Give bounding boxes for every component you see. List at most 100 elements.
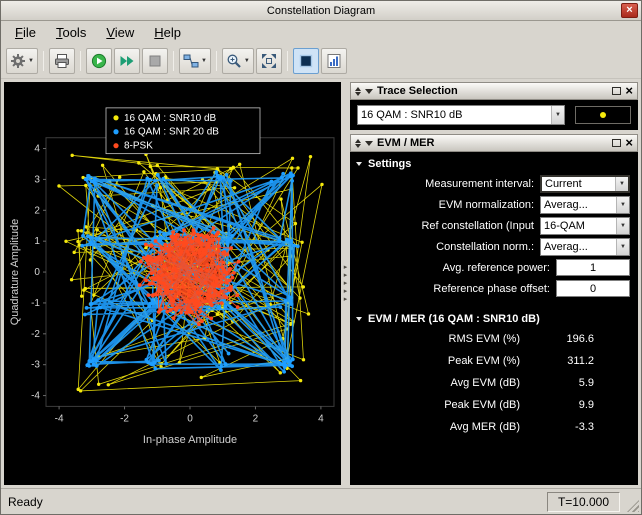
evm-dock-title: EVM / MER: [377, 137, 434, 149]
svg-text:-3: -3: [31, 360, 40, 371]
setting-label: Avg. reference power:: [350, 262, 556, 274]
setting-row: Constellation norm.:Averag...▼: [350, 236, 638, 257]
setting-label: Constellation norm.:: [350, 241, 540, 253]
setting-combo[interactable]: Averag...▼: [540, 238, 630, 256]
svg-text:-2: -2: [120, 413, 129, 424]
result-row: Avg MER (dB)-3.3: [350, 416, 638, 438]
chevron-down-icon: ▼: [616, 218, 629, 234]
status-message: Ready: [8, 495, 547, 509]
setting-label: Reference phase offset:: [350, 283, 556, 295]
autoscale-button[interactable]: [256, 48, 282, 74]
constellation-plot: -4-202443210-1-2-3-4In-phase AmplitudeQu…: [4, 82, 341, 485]
toolbar-separator: [287, 51, 288, 71]
evm-settings-fields: Measurement interval:Current▼EVM normali…: [350, 173, 638, 299]
setting-row: Measurement interval:Current▼: [350, 173, 638, 194]
flowgraph-button[interactable]: ▼: [179, 48, 211, 74]
svg-text:2: 2: [253, 413, 259, 424]
plot-style-button[interactable]: [321, 48, 347, 74]
svg-text:-4: -4: [31, 391, 40, 402]
svg-text:-4: -4: [55, 413, 64, 424]
result-value: -3.3: [520, 421, 594, 433]
stop-button[interactable]: [142, 48, 168, 74]
setting-combo[interactable]: Current▼: [540, 175, 630, 193]
y-axis-title: Quadrature Amplitude: [9, 219, 21, 325]
axes-button[interactable]: [293, 48, 319, 74]
evm-results-rows: RMS EVM (%)196.6Peak EVM (%)311.2Avg EVM…: [350, 328, 638, 438]
chevron-down-icon: ▼: [616, 197, 629, 213]
setting-label: Ref constellation (Input: [350, 220, 540, 232]
dock-float-button[interactable]: [612, 87, 621, 95]
zoom-button[interactable]: ▼: [222, 48, 254, 74]
menu-view[interactable]: View: [96, 23, 144, 42]
splitter-arrow-icon: ▸: [344, 281, 348, 287]
expand-icon: [261, 53, 277, 69]
svg-text:-2: -2: [31, 329, 40, 340]
settings-button[interactable]: ▼: [6, 48, 38, 74]
dock-close-button[interactable]: ×: [625, 138, 633, 148]
dock-float-button[interactable]: [612, 139, 621, 147]
results-section-title: EVM / MER (16 QAM : SNR10 dB): [368, 313, 540, 325]
dock-handle-icon: [355, 139, 361, 148]
dropdown-arrow-icon: ▼: [28, 58, 34, 64]
setting-row: Avg. reference power:1: [350, 257, 638, 278]
dropdown-arrow-icon: ▼: [244, 58, 250, 64]
run-button[interactable]: [86, 48, 112, 74]
evm-mer-dock: EVM / MER × Settings Measurement interva…: [350, 134, 638, 485]
dock-close-button[interactable]: ×: [625, 86, 633, 96]
combo-value: Averag...: [541, 241, 616, 253]
constellation-diagram-window: Constellation Diagram × FileToolsViewHel…: [0, 0, 642, 515]
results-section-header[interactable]: EVM / MER (16 QAM : SNR10 dB): [350, 309, 638, 328]
menubar: FileToolsViewHelp: [1, 21, 641, 44]
combo-value: Averag...: [541, 199, 616, 211]
chevron-down-icon: ▼: [615, 177, 628, 191]
menu-tools[interactable]: Tools: [46, 23, 96, 42]
menu-file[interactable]: File: [5, 23, 46, 42]
toolbar-separator: [173, 51, 174, 71]
svg-text:0: 0: [187, 413, 193, 424]
setting-label: Measurement interval:: [350, 178, 540, 190]
setting-label: EVM normalization:: [350, 199, 540, 211]
setting-combo[interactable]: Averag...▼: [540, 196, 630, 214]
collapse-icon[interactable]: [365, 141, 373, 146]
dock-splitter[interactable]: ▸ ▸ ▸ ▸ ▸: [341, 82, 350, 485]
result-label: Avg MER (dB): [350, 421, 520, 433]
settings-section-title: Settings: [368, 158, 411, 170]
evm-dock-header[interactable]: EVM / MER ×: [350, 134, 638, 152]
svg-text:3: 3: [34, 174, 40, 185]
window-close-button[interactable]: ×: [621, 3, 638, 18]
setting-combo[interactable]: 16-QAM▼: [540, 217, 630, 235]
plot-panel: -4-202443210-1-2-3-4In-phase AmplitudeQu…: [4, 82, 341, 485]
setting-row: EVM normalization:Averag...▼: [350, 194, 638, 215]
result-value: 311.2: [520, 355, 594, 367]
result-label: Peak EVM (%): [350, 355, 520, 367]
svg-text:4: 4: [318, 413, 324, 424]
menu-help[interactable]: Help: [144, 23, 191, 42]
titlebar[interactable]: Constellation Diagram ×: [1, 1, 641, 21]
setting-input[interactable]: 0: [556, 280, 630, 297]
dock-area: Trace Selection × 16 QAM : SNR10 dB ▼: [350, 82, 638, 485]
magnifier-icon: [226, 53, 242, 69]
svg-text:0: 0: [34, 267, 40, 278]
combo-value: 16 QAM : SNR10 dB: [358, 109, 551, 121]
trace-select-combo[interactable]: 16 QAM : SNR10 dB ▼: [357, 105, 565, 125]
dock-handle-icon: [355, 87, 361, 96]
trace-dock-body: 16 QAM : SNR10 dB ▼: [350, 100, 638, 130]
setting-input[interactable]: 1: [556, 259, 630, 276]
dropdown-arrow-icon: ▼: [201, 58, 207, 64]
combo-value: 16-QAM: [541, 220, 616, 232]
continue-button[interactable]: [114, 48, 140, 74]
resize-grip[interactable]: [627, 500, 639, 512]
printer-icon: [54, 53, 70, 69]
time-indicator: T=10.000: [547, 492, 620, 512]
svg-text:-1: -1: [31, 298, 40, 309]
svg-text:4: 4: [34, 144, 40, 155]
splitter-arrow-icon: ▸: [344, 273, 348, 279]
collapse-icon[interactable]: [365, 89, 373, 94]
section-collapse-icon: [356, 162, 362, 166]
svg-text:1: 1: [34, 236, 40, 247]
trace-dock-header[interactable]: Trace Selection ×: [350, 82, 638, 100]
print-button[interactable]: [49, 48, 75, 74]
settings-section-header[interactable]: Settings: [350, 154, 638, 173]
result-row: Peak EVM (%)311.2: [350, 350, 638, 372]
svg-text:2: 2: [34, 205, 40, 216]
